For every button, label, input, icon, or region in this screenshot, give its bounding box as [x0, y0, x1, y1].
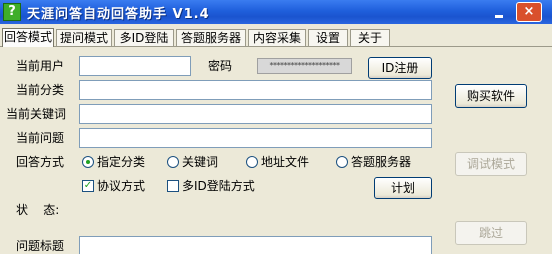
- current-question-field[interactable]: [79, 128, 432, 148]
- app-help-icon: ?: [3, 3, 21, 21]
- status-label: 状 态:: [16, 203, 60, 217]
- current-user-field[interactable]: [79, 56, 191, 76]
- tab-ask-mode[interactable]: 提问模式: [56, 29, 112, 47]
- buy-software-button[interactable]: 购买软件: [455, 84, 527, 108]
- radio-address-file-label[interactable]: 地址文件: [261, 154, 309, 170]
- tab-about[interactable]: 关于: [350, 29, 390, 47]
- radio-specified-category-label[interactable]: 指定分类: [97, 154, 145, 170]
- question-title-field[interactable]: [79, 236, 432, 254]
- id-register-button[interactable]: ID注册: [368, 57, 432, 79]
- window-title: 天涯问答自动回答助手 V1.4: [27, 7, 210, 22]
- skip-button[interactable]: 跳过: [455, 221, 527, 245]
- tab-content-collect[interactable]: 内容采集: [248, 29, 306, 47]
- radio-keyword-label[interactable]: 关键词: [182, 154, 218, 170]
- radio-answer-server-label[interactable]: 答题服务器: [351, 154, 411, 170]
- multi-id-mode-label[interactable]: 多ID登陆方式: [182, 178, 255, 194]
- tab-multi-id-login[interactable]: 多ID登陆: [114, 29, 174, 47]
- multi-id-mode-checkbox[interactable]: [167, 180, 179, 192]
- tab-settings[interactable]: 设置: [308, 29, 348, 47]
- answer-mode-label: 回答方式: [16, 155, 65, 169]
- minimize-button[interactable]: [490, 3, 510, 21]
- debug-mode-button[interactable]: 调试模式: [455, 152, 527, 176]
- tab-bar: 回答模式 提问模式 多ID登陆 答题服务器 内容采集 设置 关于: [0, 28, 552, 47]
- current-category-field[interactable]: [79, 80, 432, 100]
- radio-answer-server[interactable]: [336, 156, 348, 168]
- close-button[interactable]: ×: [516, 2, 542, 22]
- current-keyword-field[interactable]: [79, 104, 432, 124]
- password-field[interactable]: ********************: [257, 58, 352, 74]
- tab-answer-mode[interactable]: 回答模式: [2, 28, 54, 47]
- tab-answer-server[interactable]: 答题服务器: [176, 29, 246, 47]
- title-bar: ? 天涯问答自动回答助手 V1.4 ×: [0, 0, 552, 24]
- radio-specified-category[interactable]: [82, 156, 94, 168]
- current-keyword-label: 当前关键词: [6, 107, 67, 121]
- current-user-label: 当前用户: [16, 59, 65, 73]
- question-title-label: 问题标题: [16, 239, 65, 253]
- protocol-mode-label[interactable]: 协议方式: [97, 178, 145, 194]
- current-category-label: 当前分类: [16, 83, 65, 97]
- radio-keyword[interactable]: [167, 156, 179, 168]
- protocol-mode-checkbox[interactable]: ✓: [82, 180, 94, 192]
- plan-button[interactable]: 计划: [374, 177, 432, 199]
- current-question-label: 当前问题: [16, 131, 65, 145]
- radio-address-file[interactable]: [246, 156, 258, 168]
- password-label: 密码: [208, 59, 233, 73]
- tab-panel-border: [0, 46, 552, 47]
